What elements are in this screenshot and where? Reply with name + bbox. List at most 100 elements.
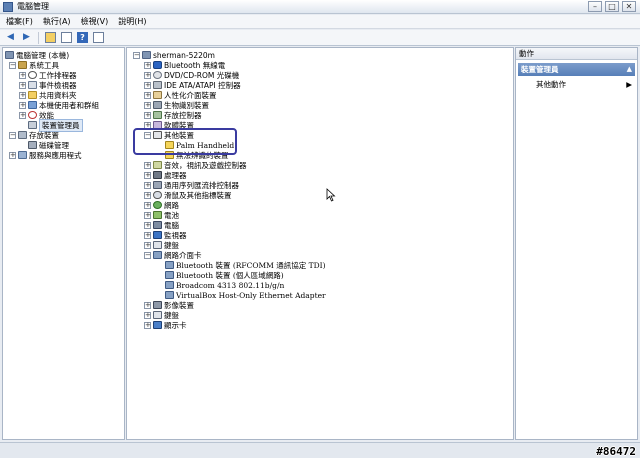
expand-toggle[interactable]: +	[144, 181, 151, 189]
tree-item-shared-folders[interactable]: + 共用資料夾	[19, 90, 77, 100]
collapse-toggle[interactable]: −	[133, 51, 140, 59]
expand-toggle[interactable]: +	[144, 111, 151, 119]
storage-controller-icon	[153, 111, 162, 119]
menu-view[interactable]: 檢視(V)	[81, 16, 109, 27]
expand-toggle[interactable]: +	[144, 61, 151, 69]
tree-item-disk-management[interactable]: 磁碟管理	[28, 140, 69, 150]
device-category[interactable]: + 通用序列匯流排控制器	[144, 180, 239, 190]
device-tree-pane: − sherman-5220m + Bluetooth 無線電 + DVD/CD-R…	[126, 47, 514, 440]
menu-file[interactable]: 檔案(F)	[6, 16, 33, 27]
device-tree-root[interactable]: − sherman-5220m	[133, 50, 215, 60]
network-adapter-icon	[165, 261, 174, 269]
device-manager-icon	[28, 121, 37, 129]
expand-toggle[interactable]: +	[144, 81, 151, 89]
expand-toggle[interactable]: +	[144, 101, 151, 109]
device-item[interactable]: VirtualBox Host-Only Ethernet Adapter	[165, 290, 326, 300]
expand-toggle[interactable]: +	[144, 211, 151, 219]
device-category[interactable]: + DVD/CD-ROM 光碟機	[144, 70, 239, 80]
device-category[interactable]: + 人性化介面裝置	[144, 90, 217, 100]
tree-item-system-tools[interactable]: − 系統工具	[9, 60, 59, 70]
device-category[interactable]: + 處理器	[144, 170, 187, 180]
actions-header: 動作	[516, 48, 637, 60]
expand-toggle[interactable]: +	[144, 201, 151, 209]
ide-controller-icon	[153, 81, 162, 89]
up-level-icon[interactable]	[44, 31, 57, 44]
device-category[interactable]: + 網路	[144, 200, 179, 210]
device-category-network-adapters[interactable]: − 網路介面卡	[144, 250, 202, 260]
expand-toggle[interactable]: +	[144, 311, 151, 319]
expand-toggle[interactable]: +	[144, 301, 151, 309]
device-category[interactable]: + 影像裝置	[144, 300, 194, 310]
clock-icon	[28, 71, 37, 79]
expand-toggle[interactable]: +	[19, 81, 26, 89]
window-title: 電腦管理	[17, 2, 49, 11]
expand-toggle[interactable]: +	[19, 101, 26, 109]
menu-help[interactable]: 說明(H)	[118, 16, 146, 27]
device-category[interactable]: + 存放控制器	[144, 110, 202, 120]
more-actions-label: 其他動作	[536, 80, 566, 89]
audio-icon	[153, 161, 162, 169]
device-item[interactable]: Broadcom 4313 802.11b/g/n	[165, 280, 284, 290]
maximize-button[interactable]: □	[605, 1, 619, 12]
expand-toggle[interactable]: +	[9, 151, 16, 159]
submenu-arrow-icon: ▶	[626, 80, 632, 89]
expand-toggle[interactable]: +	[144, 241, 151, 249]
device-category[interactable]: + IDE ATA/ATAPI 控制器	[144, 80, 241, 90]
expand-toggle[interactable]: +	[144, 221, 151, 229]
network-adapter-icon	[165, 291, 174, 299]
tree-item-task-scheduler[interactable]: + 工作排程器	[19, 70, 77, 80]
collapse-arrow-icon[interactable]: ▲	[627, 63, 632, 76]
collapse-toggle[interactable]: −	[9, 131, 16, 139]
device-category[interactable]: + 顯示卡	[144, 320, 187, 330]
more-actions-item[interactable]: 其他動作 ▶	[536, 80, 634, 90]
expand-toggle[interactable]: +	[144, 191, 151, 199]
expand-toggle[interactable]: +	[144, 171, 151, 179]
collapse-toggle[interactable]: −	[9, 61, 16, 69]
tree-item-storage[interactable]: − 存放裝置	[9, 130, 59, 140]
expand-toggle[interactable]: +	[144, 71, 151, 79]
menu-action[interactable]: 執行(A)	[43, 16, 71, 27]
device-item[interactable]: Bluetooth 裝置 (個人區域網路)	[165, 270, 284, 280]
forward-arrow-icon[interactable]: ▶	[20, 31, 33, 44]
device-category[interactable]: + 鍵盤	[144, 240, 179, 250]
help-icon[interactable]: ?	[76, 31, 89, 44]
device-category[interactable]: + Bluetooth 無線電	[144, 60, 225, 70]
close-button[interactable]: ✕	[622, 1, 636, 12]
tree-root[interactable]: 電腦管理 (本機)	[5, 50, 69, 60]
minimize-button[interactable]: –	[588, 1, 602, 12]
expand-toggle[interactable]: +	[19, 111, 26, 119]
storage-icon	[18, 131, 27, 139]
hid-icon	[153, 91, 162, 99]
collapse-toggle[interactable]: −	[144, 251, 151, 259]
tree-item-local-users[interactable]: + 本機使用者和群組	[19, 100, 99, 110]
network-globe-icon	[153, 201, 162, 209]
expand-toggle[interactable]: +	[144, 321, 151, 329]
expand-toggle[interactable]: +	[19, 91, 26, 99]
device-category[interactable]: + 監視器	[144, 230, 187, 240]
device-category[interactable]: + 鍵盤	[144, 310, 179, 320]
bluetooth-icon	[153, 61, 162, 69]
back-arrow-icon[interactable]: ◀	[4, 31, 17, 44]
device-category[interactable]: + 音效，視訊及遊戲控制器	[144, 160, 247, 170]
expand-toggle[interactable]: +	[144, 161, 151, 169]
expand-toggle[interactable]: +	[144, 91, 151, 99]
properties-icon[interactable]	[92, 31, 105, 44]
device-item[interactable]: Bluetooth 裝置 (RFCOMM 通訊協定 TDI)	[165, 260, 326, 270]
device-category[interactable]: + 電池	[144, 210, 179, 220]
folder-icon	[28, 91, 37, 99]
device-category[interactable]: + 滑鼠及其他指標裝置	[144, 190, 232, 200]
battery-icon	[153, 211, 162, 219]
computer-icon	[142, 51, 151, 59]
expand-toggle[interactable]: +	[144, 231, 151, 239]
show-hide-tree-icon[interactable]	[60, 31, 73, 44]
tree-item-services-apps[interactable]: + 服務與應用程式	[9, 150, 82, 160]
tree-item-device-manager[interactable]: 裝置管理員	[28, 118, 83, 132]
expand-toggle[interactable]: +	[19, 71, 26, 79]
device-label: Broadcom 4313 802.11b/g/n	[176, 280, 285, 290]
device-category[interactable]: + 電腦	[144, 220, 179, 230]
monitor-icon	[153, 231, 162, 239]
actions-section-device-manager[interactable]: 裝置管理員 ▲	[518, 63, 635, 76]
device-category[interactable]: + 生物識別裝置	[144, 100, 209, 110]
computer-management-icon	[5, 51, 14, 59]
tree-item-event-viewer[interactable]: + 事件檢視器	[19, 80, 77, 90]
